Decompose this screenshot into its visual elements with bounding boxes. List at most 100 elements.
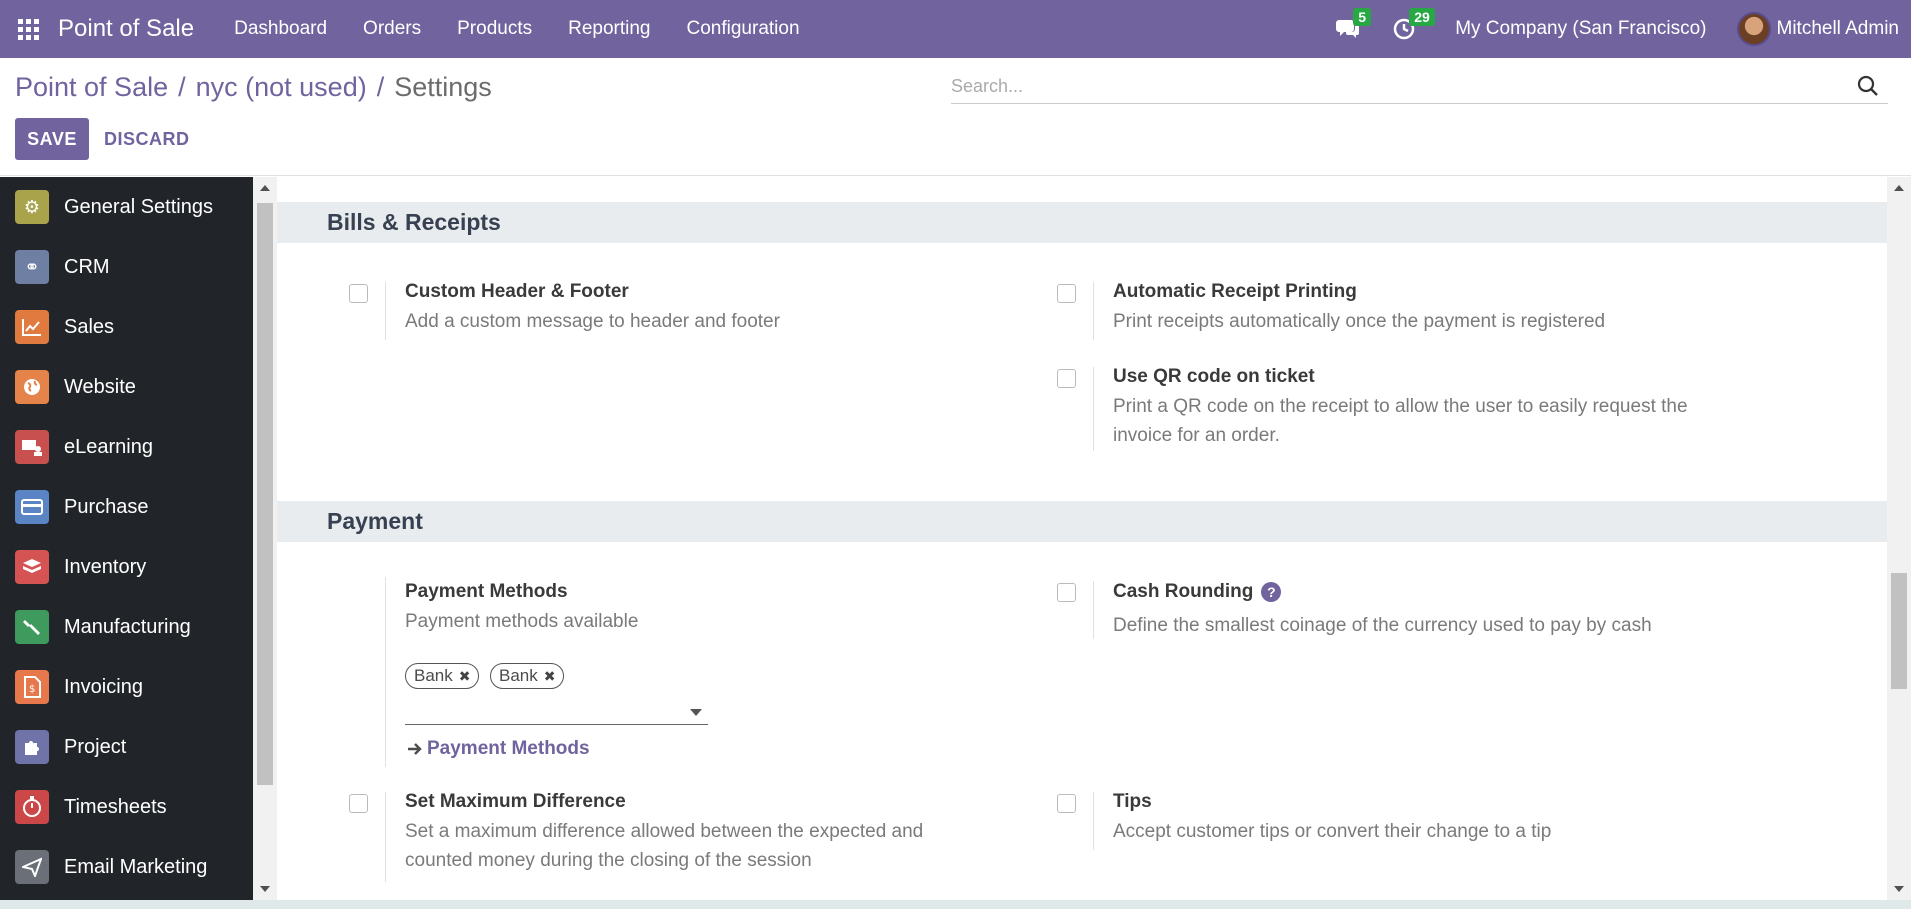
paper-plane-icon bbox=[15, 850, 49, 884]
custom-header-title: Custom Header & Footer bbox=[405, 281, 629, 302]
sidebar-item-email-marketing[interactable]: Email Marketing bbox=[0, 837, 253, 897]
qr-code-desc: Print a QR code on the receipt to allow … bbox=[1113, 396, 1688, 446]
sidebar-item-label: Email Marketing bbox=[64, 855, 208, 878]
messages-button[interactable]: 5 bbox=[1335, 8, 1371, 42]
search-icon[interactable] bbox=[1856, 74, 1880, 98]
scroll-down-icon[interactable] bbox=[1894, 886, 1904, 892]
max-difference-title: Set Maximum Difference bbox=[405, 791, 626, 812]
user-name: Mitchell Admin bbox=[1776, 18, 1900, 39]
sidebar-item-label: General Settings bbox=[64, 195, 213, 218]
scroll-down-icon[interactable] bbox=[260, 886, 270, 892]
divider bbox=[1093, 581, 1094, 639]
sidebar-item-inventory[interactable]: Inventory bbox=[0, 537, 253, 597]
auto-print-desc: Print receipts automatically once the pa… bbox=[1113, 311, 1606, 332]
menu-dashboard[interactable]: Dashboard bbox=[216, 18, 345, 40]
svg-text:$: $ bbox=[29, 684, 35, 695]
sidebar-item-invoicing[interactable]: $ Invoicing bbox=[0, 657, 253, 717]
sidebar-scrollbar[interactable] bbox=[253, 177, 277, 900]
chevron-down-icon[interactable] bbox=[690, 709, 702, 716]
divider bbox=[385, 577, 386, 767]
company-switcher[interactable]: My Company (San Francisco) bbox=[1455, 18, 1706, 40]
menu-products[interactable]: Products bbox=[439, 18, 550, 40]
payment-methods-input[interactable] bbox=[405, 699, 708, 725]
sidebar-item-general-settings[interactable]: ⚙ General Settings bbox=[0, 177, 253, 237]
sidebar-item-manufacturing[interactable]: Manufacturing bbox=[0, 597, 253, 657]
sidebar-item-elearning[interactable]: eLearning bbox=[0, 417, 253, 477]
activities-button[interactable]: 29 bbox=[1391, 8, 1435, 42]
sidebar-item-timesheets[interactable]: Timesheets bbox=[0, 777, 253, 837]
sidebar-item-label: Timesheets bbox=[64, 795, 167, 818]
search-input[interactable] bbox=[951, 71, 1831, 102]
sidebar-item-label: Project bbox=[64, 735, 127, 758]
discard-button[interactable]: DISCARD bbox=[104, 118, 190, 160]
globe-icon bbox=[15, 370, 49, 404]
settings-sidebar: ⚙ General Settings ⚭ CRM Sales Website e… bbox=[0, 177, 253, 900]
sidebar-item-label: eLearning bbox=[64, 435, 153, 458]
sidebar-item-label: Website bbox=[64, 375, 136, 398]
credit-card-icon bbox=[15, 490, 49, 524]
menu-orders[interactable]: Orders bbox=[345, 18, 439, 40]
menu-reporting[interactable]: Reporting bbox=[550, 18, 668, 40]
box-icon bbox=[15, 550, 49, 584]
sidebar-item-label: Inventory bbox=[64, 555, 147, 578]
user-menu[interactable]: Mitchell Admin bbox=[1736, 12, 1900, 46]
sidebar-item-label: CRM bbox=[64, 255, 110, 278]
breadcrumb-current: Settings bbox=[394, 72, 492, 102]
content-scrollbar[interactable] bbox=[1887, 177, 1911, 900]
payment-methods-link[interactable]: Payment Methods bbox=[407, 738, 590, 760]
tips-checkbox[interactable] bbox=[1057, 794, 1076, 813]
settings-content: Bills & Receipts Custom Header & Footer … bbox=[277, 177, 1887, 900]
scroll-up-icon[interactable] bbox=[1894, 185, 1904, 191]
custom-header-checkbox[interactable] bbox=[349, 284, 368, 303]
app-brand[interactable]: Point of Sale bbox=[58, 15, 194, 43]
help-icon[interactable]: ? bbox=[1261, 581, 1282, 602]
auto-print-checkbox[interactable] bbox=[1057, 284, 1076, 303]
max-difference-desc: Set a maximum difference allowed between… bbox=[405, 821, 924, 871]
elearning-icon bbox=[15, 430, 49, 464]
top-navbar: Point of Sale Dashboard Orders Products … bbox=[0, 0, 1911, 58]
sidebar-item-label: Purchase bbox=[64, 495, 149, 518]
search-bar bbox=[951, 70, 1888, 104]
divider bbox=[385, 792, 386, 882]
max-difference-checkbox[interactable] bbox=[349, 794, 368, 813]
payment-methods-desc: Payment methods available bbox=[405, 611, 639, 632]
breadcrumb-record[interactable]: nyc (not used) bbox=[196, 72, 367, 103]
scrollbar-thumb[interactable] bbox=[1891, 573, 1907, 689]
sidebar-item-label: Manufacturing bbox=[64, 615, 191, 638]
wrench-icon bbox=[15, 610, 49, 644]
messages-badge: 5 bbox=[1353, 8, 1371, 26]
sidebar-item-sales[interactable]: Sales bbox=[0, 297, 253, 357]
breadcrumb: Point of Sale / nyc (not used) / Setting… bbox=[15, 72, 492, 103]
custom-header-desc: Add a custom message to header and foote… bbox=[405, 311, 780, 332]
cash-rounding-checkbox[interactable] bbox=[1057, 583, 1076, 602]
remove-tag-icon[interactable]: ✖ bbox=[459, 668, 471, 685]
sidebar-item-label: Invoicing bbox=[64, 675, 143, 698]
breadcrumb-separator: / bbox=[376, 72, 385, 102]
scrollbar-thumb[interactable] bbox=[257, 203, 273, 785]
breadcrumb-root[interactable]: Point of Sale bbox=[15, 72, 168, 103]
remove-tag-icon[interactable]: ✖ bbox=[544, 668, 556, 685]
gear-icon: ⚙ bbox=[15, 190, 49, 224]
avatar bbox=[1736, 12, 1771, 46]
qr-code-checkbox[interactable] bbox=[1057, 369, 1076, 388]
invoice-icon: $ bbox=[15, 670, 49, 704]
scroll-up-icon[interactable] bbox=[260, 185, 270, 191]
tag-label: Bank bbox=[499, 666, 538, 685]
window-bottom-edge bbox=[0, 900, 1911, 909]
handshake-icon: ⚭ bbox=[15, 250, 49, 284]
sidebar-item-website[interactable]: Website bbox=[0, 357, 253, 417]
cash-rounding-label: Cash Rounding bbox=[1113, 581, 1254, 602]
sidebar-item-purchase[interactable]: Purchase bbox=[0, 477, 253, 537]
divider bbox=[1093, 282, 1094, 340]
menu-configuration[interactable]: Configuration bbox=[669, 18, 818, 40]
divider bbox=[1093, 367, 1094, 451]
section-title-payment: Payment bbox=[277, 501, 1887, 542]
save-button[interactable]: SAVE bbox=[15, 118, 89, 160]
sidebar-item-crm[interactable]: ⚭ CRM bbox=[0, 237, 253, 297]
payment-methods-link-label: Payment Methods bbox=[427, 738, 590, 759]
app-menu-icon[interactable] bbox=[14, 15, 42, 43]
payment-method-tag: Bank ✖ bbox=[490, 663, 565, 689]
payment-method-tag: Bank ✖ bbox=[405, 663, 480, 689]
sidebar-item-project[interactable]: Project bbox=[0, 717, 253, 777]
qr-code-title: Use QR code on ticket bbox=[1113, 366, 1315, 387]
